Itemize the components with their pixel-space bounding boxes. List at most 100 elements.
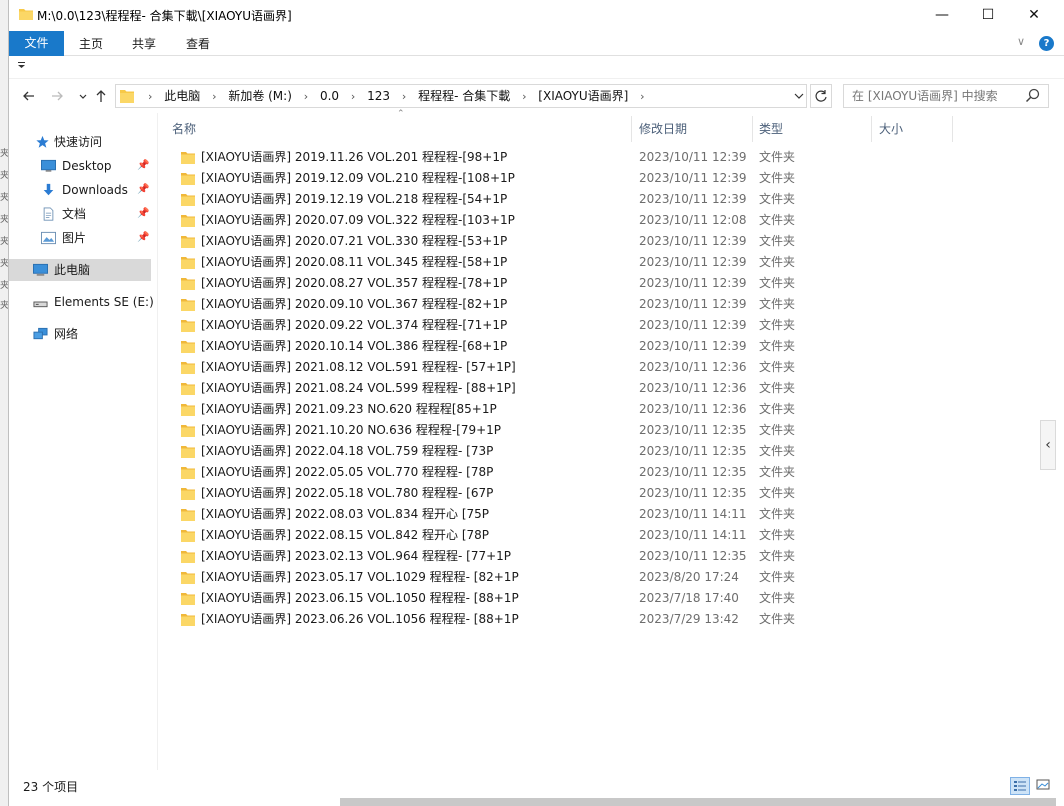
help-icon[interactable]: ? — [1039, 36, 1054, 51]
sidebar-item-network[interactable]: 网络 — [9, 323, 151, 345]
up-arrow-icon[interactable] — [91, 86, 111, 106]
column-header-name[interactable]: 名称 — [172, 116, 196, 142]
table-row[interactable]: [XIAOYU语画界] 2021.09.23 NO.620 程程程[85+1P 2… — [175, 399, 805, 420]
column-separator[interactable] — [952, 116, 953, 142]
folder-icon — [181, 551, 195, 563]
breadcrumb-folder-0-0[interactable]: 0.0 — [320, 89, 339, 103]
table-row[interactable]: [XIAOYU语画界] 2022.04.18 VOL.759 程程程- [73P… — [175, 441, 805, 462]
column-header-date[interactable]: 修改日期 — [639, 116, 687, 142]
title-bar[interactable]: M:\0.0\123\程程程- 合集下載\[XIAOYU语画界] — ☐ ✕ — [9, 0, 1064, 31]
table-row[interactable]: [XIAOYU语画界] 2023.06.26 VOL.1056 程程程- [88… — [175, 609, 805, 630]
chevron-right-icon[interactable]: › — [351, 90, 355, 103]
file-type: 文件夹 — [759, 570, 796, 584]
chevron-left-icon[interactable]: ‹ — [1040, 420, 1056, 470]
minimize-button[interactable]: — — [919, 0, 965, 31]
refresh-button[interactable] — [810, 84, 832, 108]
table-row[interactable]: [XIAOYU语画界] 2019.12.19 VOL.218 程程程-[54+1… — [175, 189, 805, 210]
chevron-right-icon[interactable]: › — [212, 90, 216, 103]
tab-file[interactable]: 文件 — [9, 31, 64, 56]
forward-arrow-icon[interactable] — [47, 86, 67, 106]
column-header-size[interactable]: 大小 — [879, 116, 903, 142]
search-input[interactable]: 在 [XIAOYU语画界] 中搜索 — [843, 84, 1049, 108]
address-dropdown-icon[interactable] — [792, 85, 806, 107]
recent-locations-icon[interactable] — [73, 86, 93, 106]
file-date: 2023/10/11 12:08 — [639, 213, 747, 227]
large-icons-view-button[interactable] — [1034, 777, 1054, 795]
column-separator[interactable] — [631, 116, 632, 142]
sidebar-item-documents[interactable]: 文档 📌 — [9, 203, 151, 225]
folder-icon — [181, 278, 195, 290]
table-row[interactable]: [XIAOYU语画界] 2020.08.11 VOL.345 程程程-[58+1… — [175, 252, 805, 273]
details-view-button[interactable] — [1010, 777, 1030, 795]
customize-toolbar-icon[interactable] — [17, 59, 27, 71]
table-row[interactable]: [XIAOYU语画界] 2023.05.17 VOL.1029 程程程- [82… — [175, 567, 805, 588]
table-row[interactable]: [XIAOYU语画界] 2020.07.21 VOL.330 程程程-[53+1… — [175, 231, 805, 252]
back-arrow-icon[interactable] — [19, 86, 39, 106]
table-row[interactable]: [XIAOYU语画界] 2023.06.15 VOL.1050 程程程- [88… — [175, 588, 805, 609]
sidebar-item-label: Downloads — [62, 183, 128, 197]
folder-icon — [181, 425, 195, 437]
chevron-right-icon[interactable]: › — [148, 90, 152, 103]
sidebar-item-drive-e[interactable]: Elements SE (E:) — [9, 291, 154, 313]
table-row[interactable]: [XIAOYU语画界] 2021.08.12 VOL.591 程程程- [57+… — [175, 357, 805, 378]
sidebar-item-quick-access[interactable]: 快速访问 — [9, 131, 151, 153]
pin-icon[interactable]: 📌 — [137, 155, 149, 177]
breadcrumb-folder-collection[interactable]: 程程程- 合集下載 — [418, 89, 510, 103]
file-type: 文件夹 — [759, 612, 796, 626]
chevron-right-icon[interactable]: › — [402, 90, 406, 103]
file-date: 2023/10/11 12:39 — [639, 171, 747, 185]
large-icons-view-icon — [1036, 779, 1050, 790]
chevron-right-icon[interactable]: › — [304, 90, 308, 103]
sidebar-item-label: 此电脑 — [54, 263, 91, 277]
table-row[interactable]: [XIAOYU语画界] 2022.05.18 VOL.780 程程程- [67P… — [175, 483, 805, 504]
breadcrumb-folder-current[interactable]: [XIAOYU语画界] — [538, 89, 628, 103]
column-separator[interactable] — [752, 116, 753, 142]
pane-divider[interactable] — [157, 113, 158, 770]
file-date: 2023/10/11 12:39 — [639, 150, 747, 164]
breadcrumb-this-pc[interactable]: 此电脑 — [164, 89, 200, 103]
table-row[interactable]: [XIAOYU语画界] 2020.09.10 VOL.367 程程程-[82+1… — [175, 294, 805, 315]
sidebar-item-downloads[interactable]: Downloads 📌 — [9, 179, 151, 201]
table-row[interactable]: [XIAOYU语画界] 2022.05.05 VOL.770 程程程- [78P… — [175, 462, 805, 483]
table-row[interactable]: [XIAOYU语画界] 2020.07.09 VOL.322 程程程-[103+… — [175, 210, 805, 231]
sidebar-item-pictures[interactable]: 图片 📌 — [9, 227, 151, 249]
search-icon[interactable] — [1024, 88, 1042, 104]
close-button[interactable]: ✕ — [1011, 0, 1057, 31]
file-date: 2023/7/18 17:40 — [639, 591, 739, 605]
pin-icon[interactable]: 📌 — [137, 227, 149, 249]
address-bar[interactable]: › 此电脑 › 新加卷 (M:) › 0.0 › 123 › 程程程- 合集下載… — [115, 84, 807, 108]
file-name: [XIAOYU语画界] 2021.08.24 VOL.599 程程程- [88+… — [201, 381, 516, 395]
file-date: 2023/10/11 12:35 — [639, 549, 747, 563]
table-row[interactable]: [XIAOYU语画界] 2023.02.13 VOL.964 程程程- [77+… — [175, 546, 805, 567]
chevron-right-icon[interactable]: › — [522, 90, 526, 103]
column-separator[interactable] — [871, 116, 872, 142]
file-date: 2023/7/29 13:42 — [639, 612, 739, 626]
table-row[interactable]: [XIAOYU语画界] 2020.08.27 VOL.357 程程程-[78+1… — [175, 273, 805, 294]
file-name: [XIAOYU语画界] 2023.02.13 VOL.964 程程程- [77+… — [201, 549, 512, 563]
breadcrumb-drive[interactable]: 新加卷 (M:) — [228, 89, 292, 103]
table-row[interactable]: [XIAOYU语画界] 2021.10.20 NO.636 程程程-[79+1P… — [175, 420, 805, 441]
sidebar-item-this-pc[interactable]: 此电脑 — [9, 259, 151, 281]
tab-home[interactable]: 主页 — [73, 33, 109, 56]
sidebar-item-desktop[interactable]: Desktop 📌 — [9, 155, 151, 177]
table-row[interactable]: [XIAOYU语画界] 2020.09.22 VOL.374 程程程-[71+1… — [175, 315, 805, 336]
folder-icon — [181, 530, 195, 542]
breadcrumb-folder-123[interactable]: 123 — [367, 89, 390, 103]
folder-icon — [181, 509, 195, 521]
quick-access-toolbar — [9, 57, 1064, 79]
file-name: [XIAOYU语画界] 2019.12.09 VOL.210 程程程-[108+… — [201, 171, 515, 185]
pin-icon[interactable]: 📌 — [137, 179, 149, 201]
chevron-down-icon[interactable]: ∨ — [1017, 35, 1025, 48]
table-row[interactable]: [XIAOYU语画界] 2019.11.26 VOL.201 程程程-[98+1… — [175, 147, 805, 168]
maximize-button[interactable]: ☐ — [965, 0, 1011, 31]
table-row[interactable]: [XIAOYU语画界] 2019.12.09 VOL.210 程程程-[108+… — [175, 168, 805, 189]
table-row[interactable]: [XIAOYU语画界] 2021.08.24 VOL.599 程程程- [88+… — [175, 378, 805, 399]
tab-share[interactable]: 共享 — [125, 33, 163, 56]
pin-icon[interactable]: 📌 — [137, 203, 149, 225]
tab-view[interactable]: 查看 — [179, 33, 217, 56]
table-row[interactable]: [XIAOYU语画界] 2020.10.14 VOL.386 程程程-[68+1… — [175, 336, 805, 357]
column-header-type[interactable]: 类型 — [759, 116, 783, 142]
table-row[interactable]: [XIAOYU语画界] 2022.08.03 VOL.834 程开心 [75P 2… — [175, 504, 805, 525]
table-row[interactable]: [XIAOYU语画界] 2022.08.15 VOL.842 程开心 [78P 2… — [175, 525, 805, 546]
chevron-right-icon[interactable]: › — [640, 90, 644, 103]
